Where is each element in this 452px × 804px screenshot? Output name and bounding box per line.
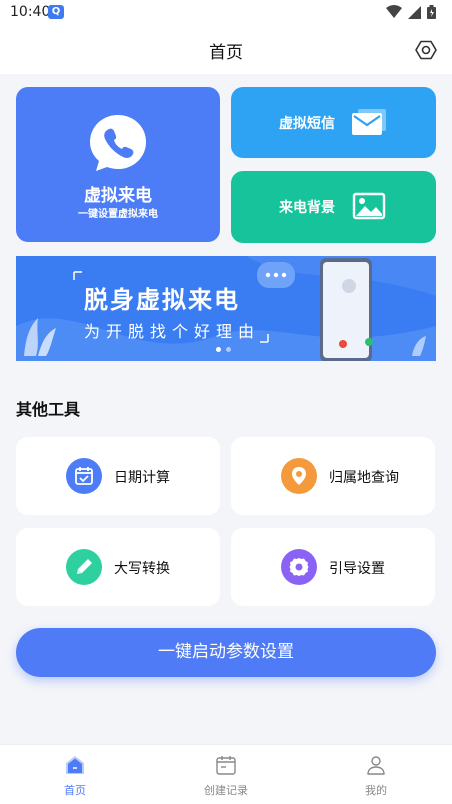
page-title: 首页 [209, 43, 243, 63]
nav-label: 创建记录 [204, 784, 248, 797]
status-bar: 10:40 Q [0, 0, 452, 26]
banner-subtitle: 为开脱找个好理由 [84, 322, 261, 341]
status-time: 10:40 [10, 4, 51, 20]
virtual-call-subtitle: 一键设置虚拟来电 [78, 209, 158, 220]
profile-icon [367, 756, 385, 775]
settings-icon[interactable] [414, 38, 438, 62]
image-icon [352, 192, 386, 220]
tool-uppercase-convert[interactable]: 大写转换 [16, 528, 220, 606]
tool-guide-settings[interactable]: 引导设置 [231, 528, 435, 606]
gear-icon [281, 549, 317, 585]
call-background-label: 来电背景 [279, 200, 335, 216]
tool-label: 引导设置 [329, 561, 385, 577]
virtual-sms-card[interactable]: 虚拟短信 [231, 87, 436, 158]
nav-label: 我的 [365, 784, 387, 797]
tool-label: 归属地查询 [329, 470, 399, 486]
promo-banner[interactable]: 脱身虚拟来电 为开脱找个好理由 [16, 256, 436, 361]
one-click-setup-button[interactable]: 一键启动参数设置 [16, 628, 436, 677]
calendar-check-icon [66, 458, 102, 494]
signal-icon [408, 5, 421, 19]
banner-dot-active [216, 347, 221, 352]
notification-app-icon: Q [48, 5, 64, 19]
call-background-card[interactable]: 来电背景 [231, 171, 436, 243]
wifi-icon [386, 5, 402, 18]
phone-bubble-icon [90, 115, 146, 171]
section-title-other-tools: 其他工具 [16, 400, 81, 419]
nav-item-home[interactable]: 首页 [0, 745, 150, 804]
nav-item-profile[interactable]: 我的 [301, 745, 451, 804]
status-indicators [386, 5, 436, 19]
app-bar: 首页 [0, 26, 452, 74]
banner-pagination [216, 347, 231, 352]
home-icon [66, 756, 84, 774]
battery-icon [427, 5, 436, 19]
tool-location-lookup[interactable]: 归属地查询 [231, 437, 435, 515]
bottom-nav: 首页 创建记录 我的 [0, 744, 452, 804]
banner-title: 脱身虚拟来电 [84, 286, 240, 314]
tool-date-calc[interactable]: 日期计算 [16, 437, 220, 515]
records-icon [216, 756, 236, 775]
virtual-sms-label: 虚拟短信 [279, 116, 335, 132]
banner-dot [226, 347, 231, 352]
location-pin-icon [281, 458, 317, 494]
virtual-call-title: 虚拟来电 [84, 186, 152, 206]
tool-label: 大写转换 [114, 561, 170, 577]
tool-label: 日期计算 [114, 470, 170, 486]
nav-item-records[interactable]: 创建记录 [151, 745, 301, 804]
nav-label: 首页 [64, 784, 86, 797]
virtual-call-card[interactable]: 虚拟来电 一键设置虚拟来电 [16, 87, 220, 242]
envelope-icon [352, 109, 386, 135]
pencil-icon [66, 549, 102, 585]
